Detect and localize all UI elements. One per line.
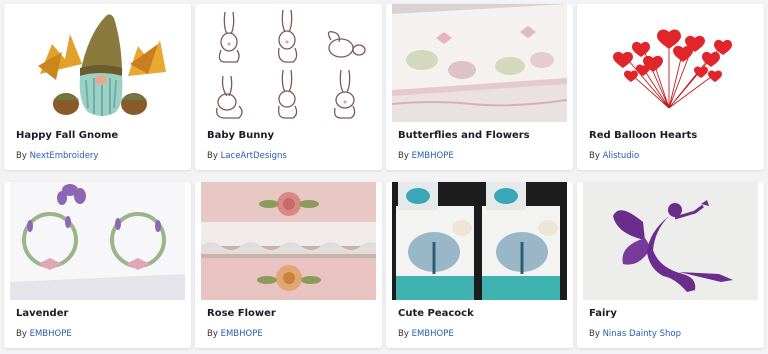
card-title[interactable]: Red Balloon Hearts: [589, 130, 697, 141]
card-byline: By EMBHOPE: [398, 329, 454, 339]
card-byline: By LaceArtDesigns: [207, 151, 287, 161]
author-link[interactable]: EMBHOPE: [412, 329, 454, 339]
card-title[interactable]: Baby Bunny: [207, 130, 274, 141]
author-link[interactable]: LaceArtDesigns: [221, 151, 287, 161]
by-prefix: By: [207, 151, 218, 161]
author-link[interactable]: NextEmbroidery: [30, 151, 99, 161]
rose-towel-image[interactable]: [201, 182, 376, 300]
author-link[interactable]: Ninas Dainty Shop: [603, 329, 681, 339]
card-title[interactable]: Butterflies and Flowers: [398, 130, 530, 141]
author-link[interactable]: EMBHOPE: [221, 329, 263, 339]
design-card[interactable]: Lavender By EMBHOPE: [4, 182, 191, 348]
fairy-embroidery-image[interactable]: [583, 182, 758, 300]
card-byline: By NextEmbroidery: [16, 151, 98, 161]
bunny-embroidery-image[interactable]: [201, 4, 376, 122]
card-byline: By Alistudio: [589, 151, 639, 161]
card-byline: By Ninas Dainty Shop: [589, 329, 681, 339]
by-prefix: By: [398, 329, 409, 339]
card-title[interactable]: Cute Peacock: [398, 308, 474, 319]
author-link[interactable]: EMBHOPE: [412, 151, 454, 161]
by-prefix: By: [398, 151, 409, 161]
peacock-towel-image[interactable]: [392, 182, 567, 300]
card-byline: By EMBHOPE: [398, 151, 454, 161]
design-card[interactable]: Butterflies and Flowers By EMBHOPE: [386, 4, 573, 170]
by-prefix: By: [16, 151, 27, 161]
card-title[interactable]: Lavender: [16, 308, 68, 319]
card-title[interactable]: Happy Fall Gnome: [16, 130, 118, 141]
butterfly-towel-image[interactable]: [392, 4, 567, 122]
design-card[interactable]: Rose Flower By EMBHOPE: [195, 182, 382, 348]
hearts-embroidery-image[interactable]: [583, 4, 758, 122]
design-card[interactable]: Baby Bunny By LaceArtDesigns: [195, 4, 382, 170]
design-card[interactable]: Cute Peacock By EMBHOPE: [386, 182, 573, 348]
author-link[interactable]: Alistudio: [603, 151, 640, 161]
design-card[interactable]: Fairy By Ninas Dainty Shop: [577, 182, 764, 348]
by-prefix: By: [589, 329, 600, 339]
design-card[interactable]: Happy Fall Gnome By NextEmbroidery: [4, 4, 191, 170]
card-byline: By EMBHOPE: [207, 329, 263, 339]
design-card[interactable]: Red Balloon Hearts By Alistudio: [577, 4, 764, 170]
lavender-towel-image[interactable]: [10, 182, 185, 300]
card-title[interactable]: Rose Flower: [207, 308, 276, 319]
card-title[interactable]: Fairy: [589, 308, 617, 319]
author-link[interactable]: EMBHOPE: [30, 329, 72, 339]
design-grid: Happy Fall Gnome By NextEmbroidery Baby …: [4, 4, 764, 348]
card-byline: By EMBHOPE: [16, 329, 72, 339]
by-prefix: By: [589, 151, 600, 161]
by-prefix: By: [16, 329, 27, 339]
by-prefix: By: [207, 329, 218, 339]
gnome-embroidery-image[interactable]: [10, 4, 185, 122]
